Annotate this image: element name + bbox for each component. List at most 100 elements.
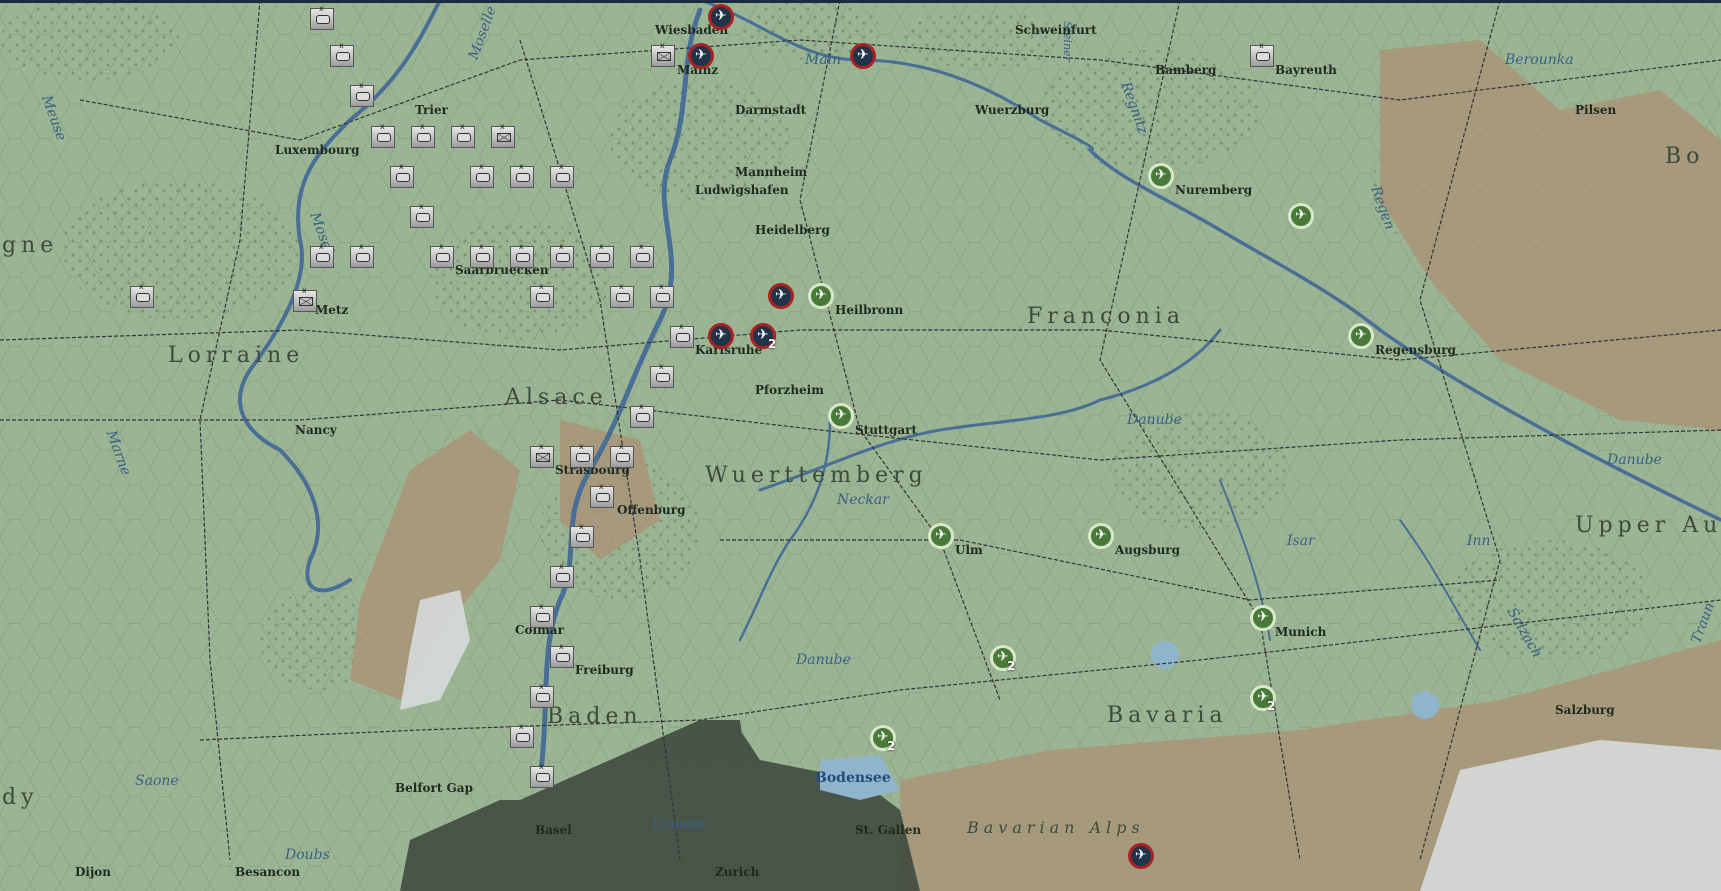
city-label[interactable]: Belfort Gap — [395, 781, 473, 795]
axis-ground-unit[interactable] — [371, 122, 395, 148]
city-label[interactable]: Luxembourg — [275, 143, 359, 157]
axis-ground-unit[interactable] — [590, 242, 614, 268]
city-label[interactable]: Bamberg — [1155, 63, 1216, 77]
city-label[interactable]: Ulm — [955, 543, 983, 557]
axis-ground-unit[interactable] — [390, 162, 414, 188]
region-label: Wuerttemberg — [705, 463, 928, 488]
axis-ground-unit[interactable] — [650, 362, 674, 388]
axis-air-unit-icon[interactable] — [708, 4, 734, 30]
axis-ground-unit[interactable] — [430, 242, 454, 268]
stack-count: 2 — [768, 337, 777, 351]
allied-air-unit-icon[interactable] — [928, 523, 954, 549]
allied-air-unit-icon[interactable] — [1348, 323, 1374, 349]
mountain-range-label: Bavarian Alps — [967, 818, 1145, 837]
city-label[interactable]: Pforzheim — [755, 383, 824, 397]
axis-ground-unit[interactable] — [570, 442, 594, 468]
city-label[interactable]: Stuttgart — [855, 423, 917, 437]
river-label: Berounka — [1505, 52, 1574, 68]
axis-ground-unit[interactable] — [470, 162, 494, 188]
axis-ground-unit[interactable] — [630, 402, 654, 428]
axis-ground-unit[interactable] — [530, 282, 554, 308]
city-label[interactable]: Offenburg — [617, 503, 686, 517]
axis-hq-unit[interactable] — [651, 41, 675, 67]
city-label[interactable]: Wuerzburg — [975, 103, 1049, 117]
axis-ground-unit[interactable] — [510, 722, 534, 748]
axis-ground-unit[interactable] — [650, 282, 674, 308]
axis-air-unit-icon[interactable] — [708, 323, 734, 349]
region-label: Bo — [1665, 144, 1705, 169]
axis-ground-unit[interactable] — [350, 81, 374, 107]
city-label[interactable]: Mannheim — [735, 165, 807, 179]
axis-air-unit-icon[interactable] — [688, 43, 714, 69]
axis-air-unit-icon[interactable] — [850, 43, 876, 69]
axis-ground-unit[interactable] — [411, 122, 435, 148]
axis-ground-unit[interactable] — [1250, 41, 1274, 67]
city-label[interactable]: Metz — [315, 303, 348, 317]
axis-ground-unit[interactable] — [451, 122, 475, 148]
axis-ground-unit[interactable] — [510, 242, 534, 268]
axis-ground-unit[interactable] — [310, 242, 334, 268]
city-label[interactable]: Nuremberg — [1175, 183, 1252, 197]
axis-ground-unit[interactable] — [330, 41, 354, 67]
axis-ground-unit[interactable] — [550, 162, 574, 188]
axis-air-unit-icon[interactable] — [768, 283, 794, 309]
axis-ground-unit[interactable] — [530, 682, 554, 708]
city-label[interactable]: Schweinfurt — [1015, 23, 1097, 37]
axis-ground-unit[interactable] — [590, 482, 614, 508]
axis-ground-unit[interactable] — [550, 642, 574, 668]
city-label[interactable]: Nancy — [295, 423, 337, 437]
river-label: Danube — [1127, 412, 1182, 428]
city-label[interactable]: St. Gallen — [855, 823, 921, 837]
city-label[interactable]: Augsburg — [1115, 543, 1180, 557]
axis-ground-unit[interactable] — [610, 282, 634, 308]
allied-air-unit-icon[interactable] — [828, 403, 854, 429]
axis-ground-unit[interactable] — [530, 762, 554, 788]
city-label[interactable]: Dijon — [75, 865, 111, 879]
axis-ground-unit[interactable] — [530, 602, 554, 628]
lake-label: Bodensee — [815, 770, 891, 786]
axis-ground-unit[interactable] — [310, 4, 334, 30]
axis-hq-unit[interactable] — [491, 122, 515, 148]
river-label: Saone — [135, 773, 179, 789]
allied-air-unit-icon[interactable] — [808, 283, 834, 309]
city-label[interactable]: Zurich — [715, 865, 759, 879]
axis-ground-unit[interactable] — [350, 242, 374, 268]
river-label: Limmat — [652, 817, 707, 833]
axis-ground-unit[interactable] — [130, 282, 154, 308]
allied-air-unit-icon[interactable] — [1088, 523, 1114, 549]
axis-ground-unit[interactable] — [610, 442, 634, 468]
city-label[interactable]: Regensburg — [1375, 343, 1456, 357]
city-label[interactable]: Salzburg — [1555, 703, 1615, 717]
city-label[interactable]: Besancon — [235, 865, 300, 879]
hex-map[interactable] — [0, 0, 1721, 891]
river-label: Danube — [1607, 452, 1662, 468]
city-label[interactable]: Heidelberg — [755, 223, 830, 237]
axis-ground-unit[interactable] — [670, 322, 694, 348]
axis-hq-unit[interactable] — [293, 286, 317, 312]
city-label[interactable]: Heilbronn — [835, 303, 903, 317]
city-label[interactable]: Bayreuth — [1275, 63, 1337, 77]
axis-ground-unit[interactable] — [570, 522, 594, 548]
city-label[interactable]: Trier — [415, 103, 448, 117]
axis-ground-unit[interactable] — [550, 242, 574, 268]
axis-ground-unit[interactable] — [630, 242, 654, 268]
city-label[interactable]: Munich — [1275, 625, 1326, 639]
axis-ground-unit[interactable] — [550, 562, 574, 588]
river-label: Danube — [796, 652, 851, 668]
window-top-border — [0, 0, 1721, 3]
city-label[interactable]: Ludwigshafen — [695, 183, 789, 197]
region-label: gne — [2, 233, 59, 258]
stack-count: 2 — [887, 739, 896, 753]
axis-ground-unit[interactable] — [470, 242, 494, 268]
axis-ground-unit[interactable] — [510, 162, 534, 188]
axis-air-unit-icon[interactable] — [1128, 843, 1154, 869]
city-label[interactable]: Darmstadt — [735, 103, 806, 117]
axis-hq-unit[interactable] — [530, 442, 554, 468]
allied-air-unit-icon[interactable] — [1250, 605, 1276, 631]
city-label[interactable]: Basel — [535, 823, 572, 837]
axis-ground-unit[interactable] — [410, 202, 434, 228]
city-label[interactable]: Pilsen — [1575, 103, 1616, 117]
city-label[interactable]: Freiburg — [575, 663, 634, 677]
allied-air-unit-icon[interactable] — [1288, 203, 1314, 229]
allied-air-unit-icon[interactable] — [1148, 163, 1174, 189]
